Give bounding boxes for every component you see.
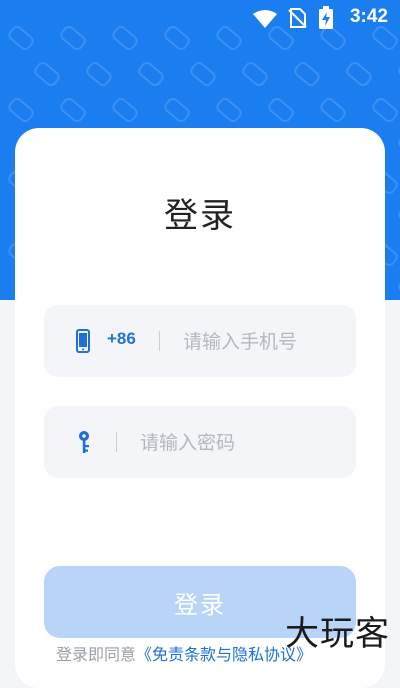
mobile-phone-icon [76, 329, 90, 353]
divider [116, 432, 117, 452]
no-sim-icon [288, 8, 307, 28]
pattern-pill [83, 59, 115, 89]
pattern-pill [317, 95, 349, 125]
pattern-pill [213, 95, 245, 125]
pattern-pill [291, 59, 323, 89]
wifi-icon [253, 10, 277, 28]
pattern-pill [395, 275, 400, 300]
watermark-logo: 大玩客 [285, 614, 390, 654]
pattern-pill [5, 95, 37, 125]
pattern-pill [161, 95, 193, 125]
agreement-text: 登录即同意《免责条款与隐私协议》 [56, 641, 312, 665]
pattern-pill [395, 59, 400, 89]
agreement-prefix: 登录即同意 [56, 645, 137, 664]
divider [159, 331, 160, 351]
password-field[interactable] [44, 406, 356, 478]
pattern-pill [57, 95, 89, 125]
pattern-pill [343, 59, 375, 89]
status-bar: 3:42 [0, 0, 400, 36]
pattern-pill [31, 59, 63, 89]
pattern-pill [239, 59, 271, 89]
pattern-pill [187, 59, 219, 89]
country-code[interactable]: +86 [107, 329, 136, 349]
pattern-pill [265, 95, 297, 125]
pattern-pill [109, 95, 141, 125]
phone-field[interactable]: +86 [44, 305, 356, 377]
phone-input[interactable] [181, 323, 345, 361]
page-title: 登录 [164, 196, 236, 236]
pattern-pill [369, 95, 400, 125]
password-input[interactable] [138, 424, 342, 462]
key-icon [79, 431, 89, 453]
status-time: 3:42 [349, 6, 388, 27]
battery-charging-icon [319, 6, 333, 29]
pattern-pill [395, 131, 400, 161]
pattern-pill [135, 59, 167, 89]
